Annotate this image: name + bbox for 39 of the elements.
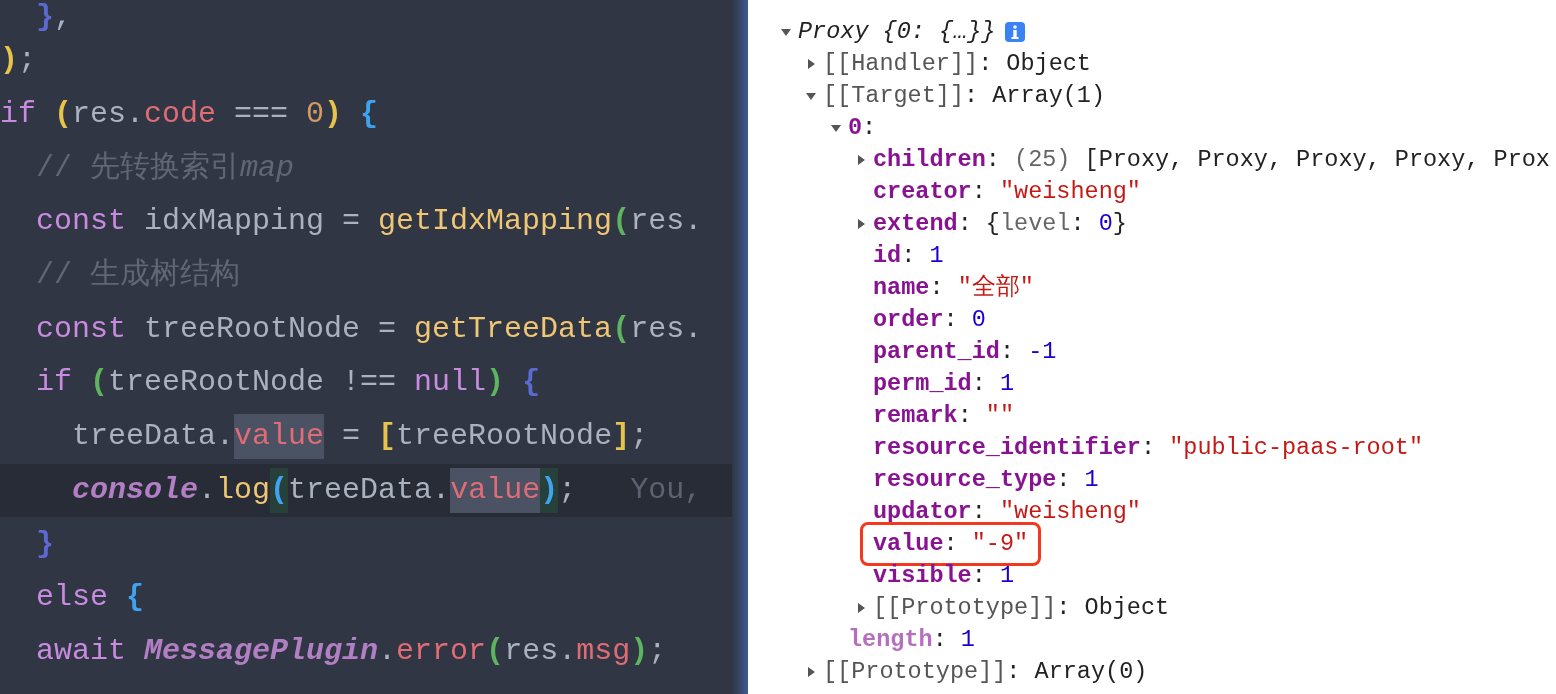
expanded-arrow-icon[interactable]: [830, 122, 842, 134]
property-text: [[Target]]: Array(1): [823, 81, 1106, 112]
code-line: const treeRootNode = getTreeData(res.: [35, 310, 704, 348]
expanded-arrow-icon[interactable]: [780, 26, 792, 38]
property-text: Proxy {0: {…}}: [798, 17, 996, 48]
expanded-arrow-icon[interactable]: [805, 90, 817, 102]
code-line: },: [35, 0, 74, 34]
collapsed-arrow-icon[interactable]: [805, 58, 817, 70]
collapsed-arrow-icon[interactable]: [855, 218, 867, 230]
property-text: remark: "": [873, 401, 1015, 432]
property-text: resource_type: 1: [873, 465, 1099, 496]
code-line: }: [35, 525, 55, 563]
property-text: visible: 1: [873, 561, 1015, 592]
property-text: resource_identifier: "public-paas-root": [873, 433, 1423, 464]
code-line: );: [0, 42, 38, 80]
property-text: order: 0: [873, 305, 986, 336]
code-line: const idxMapping = getIdxMapping(res.: [35, 203, 704, 241]
property-text: [[Prototype]]: Object: [873, 593, 1170, 624]
property-text: length: 1: [848, 625, 975, 656]
collapsed-arrow-icon[interactable]: [855, 154, 867, 166]
property-text: parent_id: -1: [873, 337, 1057, 368]
property-text: updator: "weisheng": [873, 497, 1141, 528]
code-line: else {: [35, 579, 146, 617]
property-text: 0:: [848, 113, 877, 144]
code-line: if (treeRootNode !== null) {: [35, 364, 542, 402]
collapsed-arrow-icon[interactable]: [805, 666, 817, 678]
property-text: children: (25) [Proxy, Proxy, Proxy, Proxy, Prox: [873, 145, 1550, 176]
property-text: value: "-9": [873, 529, 1029, 560]
property-text: [[Prototype]]: Array(0): [823, 657, 1148, 688]
info-icon[interactable]: [1005, 22, 1026, 42]
property-text: creator: "weisheng": [873, 177, 1141, 208]
property-text: name: "全部": [873, 273, 1034, 304]
code-line: await MessagePlugin.error(res.msg);: [35, 632, 668, 670]
property-text: id: 1: [873, 241, 944, 272]
property-text: [[Handler]]: Object: [823, 49, 1091, 80]
collapsed-arrow-icon[interactable]: [855, 602, 867, 614]
property-text: extend: {level: 0}: [873, 209, 1127, 240]
code-line: if (res.code === 0) {: [0, 96, 380, 134]
property-text: perm_id: 1: [873, 369, 1015, 400]
